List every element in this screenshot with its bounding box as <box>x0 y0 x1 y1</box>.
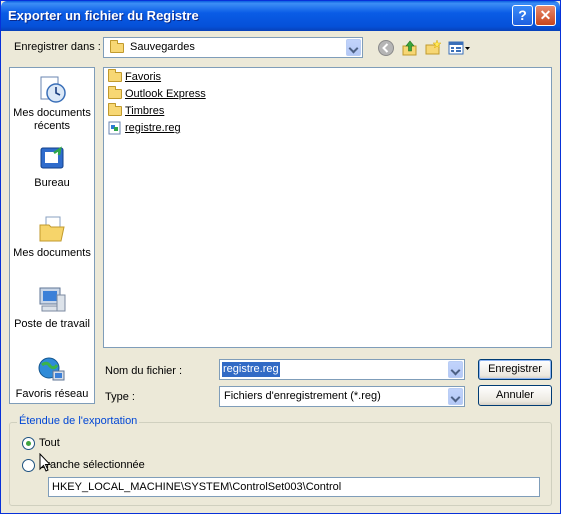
branch-path-value: HKEY_LOCAL_MACHINE\SYSTEM\ControlSet003\… <box>52 481 342 493</box>
save-in-label: Enregistrer dans : <box>14 41 101 53</box>
list-item[interactable]: Outlook Express <box>108 86 206 102</box>
folder-icon <box>110 40 124 53</box>
list-item[interactable]: Favoris <box>108 69 162 85</box>
folder-icon <box>108 86 122 100</box>
up-folder-icon[interactable] <box>401 39 419 57</box>
new-folder-icon[interactable] <box>424 39 442 57</box>
my-documents-icon <box>39 216 65 242</box>
recent-documents-icon <box>40 76 66 103</box>
file-name: registre.reg <box>125 122 181 134</box>
mouse-cursor-icon <box>39 453 51 472</box>
place-label: Poste de travail <box>14 318 90 330</box>
export-range-title: Étendue de l'exportation <box>17 415 140 427</box>
filename-value: registre.reg <box>222 362 280 377</box>
place-recent-documents[interactable]: Mes documents récents <box>10 74 94 133</box>
desktop-icon <box>40 146 64 169</box>
chevron-down-icon[interactable] <box>346 39 361 56</box>
help-icon: ? <box>518 7 527 23</box>
branch-path-input[interactable]: HKEY_LOCAL_MACHINE\SYSTEM\ControlSet003\… <box>48 477 540 497</box>
close-button[interactable]: ✕ <box>535 5 556 26</box>
filename-label: Nom du fichier : <box>105 365 183 377</box>
place-desktop[interactable]: Bureau <box>10 144 94 190</box>
my-computer-icon <box>39 287 66 312</box>
title-bar[interactable]: Exporter un fichier du Registre ? ✕ <box>1 1 560 31</box>
network-places-icon <box>38 357 65 381</box>
place-label: Favoris réseau <box>15 388 89 400</box>
registry-file-icon <box>108 121 121 135</box>
filename-field[interactable]: registre.reg <box>219 359 465 380</box>
view-menu-icon[interactable] <box>448 39 472 57</box>
places-bar: Mes documents récents Bureau Mes documen… <box>9 67 95 404</box>
folder-icon <box>108 103 122 117</box>
save-button[interactable]: Enregistrer <box>478 359 552 380</box>
branch-radio[interactable] <box>22 459 35 472</box>
type-label: Type : <box>105 391 135 403</box>
close-icon: ✕ <box>539 7 552 23</box>
cancel-button[interactable]: Annuler <box>478 385 552 406</box>
folder-icon <box>108 69 122 83</box>
file-type-value: Fichiers d'enregistrement (*.reg) <box>224 390 381 402</box>
file-name: Timbres <box>125 105 165 117</box>
all-label: Tout <box>39 437 60 449</box>
place-network[interactable]: Favoris réseau <box>10 355 94 401</box>
list-item[interactable]: Timbres <box>108 103 165 119</box>
file-list[interactable]: Favoris Outlook Express Timbres registre… <box>103 67 552 348</box>
place-my-computer[interactable]: Poste de travail <box>10 285 94 331</box>
all-radio[interactable] <box>22 437 35 450</box>
branch-label: Branche sélectionnée <box>39 459 145 471</box>
help-button[interactable]: ? <box>512 5 533 26</box>
chevron-down-icon[interactable] <box>448 361 463 378</box>
chevron-down-icon[interactable] <box>448 388 463 405</box>
place-label: Mes documents <box>13 247 91 259</box>
place-label: Bureau <box>34 177 70 189</box>
file-type-dropdown[interactable]: Fichiers d'enregistrement (*.reg) <box>219 386 465 407</box>
place-my-documents[interactable]: Mes documents <box>10 214 94 260</box>
place-label: Mes documents récents <box>13 107 91 132</box>
file-name: Outlook Express <box>125 88 206 100</box>
save-in-dropdown[interactable]: Sauvegardes <box>103 37 363 58</box>
window-title: Exporter un fichier du Registre <box>8 8 199 23</box>
save-in-value: Sauvegardes <box>130 41 195 53</box>
list-item[interactable]: registre.reg <box>108 121 181 136</box>
export-registry-dialog: Exporter un fichier du Registre ? ✕ Enre… <box>0 0 561 514</box>
back-icon[interactable] <box>377 39 395 57</box>
file-name: Favoris <box>125 71 162 83</box>
